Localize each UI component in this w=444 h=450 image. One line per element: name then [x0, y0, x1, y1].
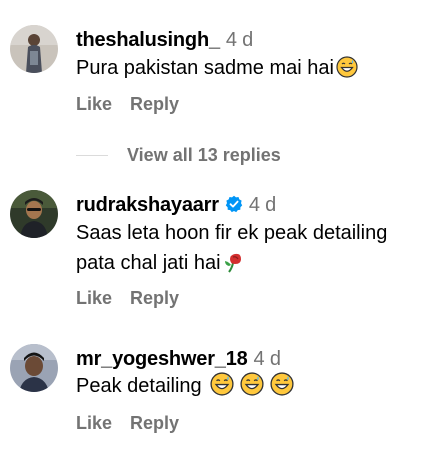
- avatar[interactable]: [10, 190, 58, 238]
- username-text[interactable]: theshalusingh_: [76, 29, 220, 51]
- comment-text: Pura pakistan sadme mai hai: [76, 53, 416, 87]
- view-replies-label[interactable]: View all 13 replies: [127, 145, 281, 166]
- comment-body: Peak detailing: [76, 375, 202, 397]
- username-text[interactable]: mr_yogeshwer_18: [76, 348, 248, 370]
- comment-time: 4 d: [253, 348, 281, 370]
- comment-time: 4 d: [248, 194, 277, 216]
- grinning-sweat-emoji: [240, 372, 264, 405]
- avatar[interactable]: [10, 25, 58, 73]
- like-button[interactable]: Like: [76, 288, 112, 308]
- comment-actions: Like Reply: [76, 94, 179, 115]
- comment-actions: Like Reply: [76, 288, 179, 309]
- avatar[interactable]: [10, 344, 58, 392]
- comment-body: Pura pakistan sadme mai hai: [76, 57, 334, 79]
- username-text[interactable]: rudrakshayaarr: [76, 194, 219, 216]
- comment-text: Saas leta hoon fir ek peak detailing pat…: [76, 218, 416, 282]
- reply-button[interactable]: Reply: [130, 94, 179, 114]
- reply-button[interactable]: Reply: [130, 413, 179, 433]
- comment-actions: Like Reply: [76, 413, 179, 434]
- verified-badge-icon: [225, 195, 243, 219]
- divider-line: [76, 155, 108, 156]
- grinning-sweat-emoji: [210, 372, 234, 405]
- view-replies-toggle[interactable]: View all 13 replies: [76, 145, 376, 167]
- like-button[interactable]: Like: [76, 413, 112, 433]
- comment-username[interactable]: theshalusingh_ 4 d: [76, 29, 253, 52]
- grinning-sweat-emoji: [336, 56, 358, 87]
- comment-time: 4 d: [225, 29, 254, 51]
- rose-emoji: [223, 251, 245, 282]
- like-button[interactable]: Like: [76, 94, 112, 114]
- grinning-sweat-emoji: [270, 372, 294, 405]
- reply-button[interactable]: Reply: [130, 288, 179, 308]
- comment-username[interactable]: mr_yogeshwer_18 4 d: [76, 348, 281, 371]
- comment-username[interactable]: rudrakshayaarr 4 d: [76, 194, 276, 219]
- comment-text: Peak detailing: [76, 371, 416, 405]
